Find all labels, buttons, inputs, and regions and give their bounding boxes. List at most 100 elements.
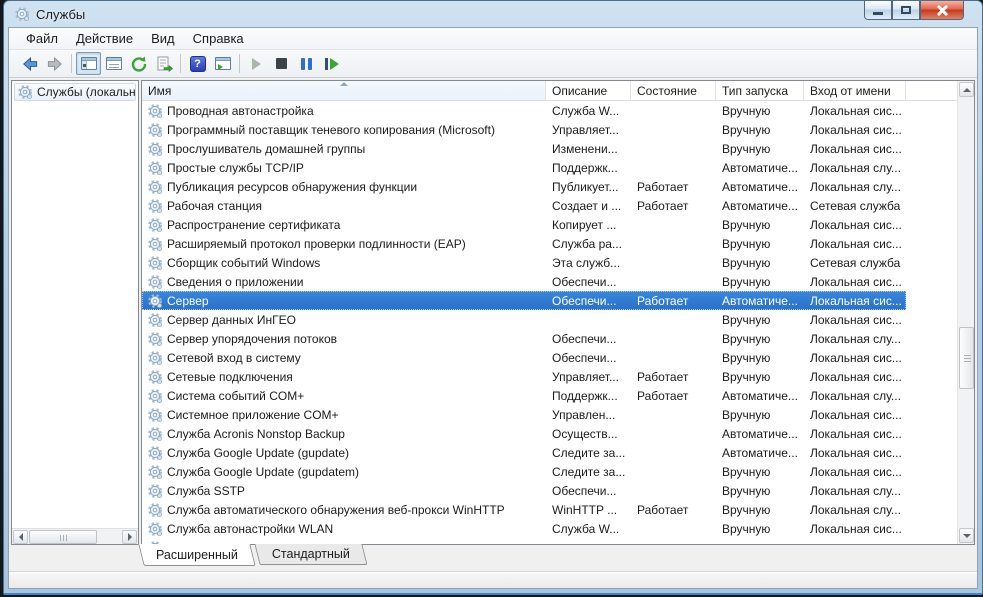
table-row[interactable]: Простые службы TCP/IP Поддержк... Автома… — [142, 158, 906, 177]
show-console-tree-button[interactable] — [76, 52, 101, 75]
titlebar[interactable]: Службы — [4, 1, 982, 27]
vertical-scrollbar-thumb[interactable] — [959, 327, 974, 389]
service-gear-icon — [147, 388, 163, 404]
table-row[interactable]: Сетевые подключения Управляет... Работае… — [142, 367, 906, 386]
table-row[interactable]: Распространение сертификата Копирует ...… — [142, 215, 906, 234]
service-startup-cell: Автоматиче... — [716, 389, 804, 403]
table-row[interactable]: Служба Google Update (gupdatem) Следите … — [142, 462, 906, 481]
menu-help[interactable]: Справка — [184, 29, 253, 48]
table-row[interactable]: Системное приложение COM+ Управлен... Вр… — [142, 405, 906, 424]
service-status-cell: Работает — [631, 180, 716, 194]
service-gear-icon — [147, 160, 163, 176]
service-startup-cell: Вручную — [716, 408, 804, 422]
help-button[interactable]: ? — [185, 52, 210, 75]
table-row[interactable]: Публикация ресурсов обнаружения функции … — [142, 177, 906, 196]
service-logon-cell: Локальная сис... — [804, 218, 906, 232]
restart-service-button[interactable] — [319, 52, 344, 75]
show-action-pane-button[interactable] — [210, 52, 235, 75]
menu-view[interactable]: Вид — [142, 29, 184, 48]
column-header-description[interactable]: Описание — [546, 81, 631, 100]
scroll-down-button[interactable] — [959, 528, 974, 543]
tab-standard[interactable]: Стандартный — [254, 544, 367, 565]
minimize-button[interactable] — [864, 1, 892, 20]
pause-service-button[interactable] — [294, 52, 319, 75]
properties-button[interactable] — [101, 52, 126, 75]
refresh-button[interactable] — [126, 52, 151, 75]
service-gear-icon — [147, 255, 163, 271]
tab-extended[interactable]: Расширенный — [138, 544, 255, 566]
table-row[interactable]: Служба Google Update (gupdate) Следите з… — [142, 443, 906, 462]
service-name-cell: Публикация ресурсов обнаружения функции — [142, 179, 546, 195]
service-startup-cell: Вручную — [716, 237, 804, 251]
services-window: Службы Файл Действие Вид Справка — [3, 0, 983, 595]
table-row[interactable]: Служба Acronis Nonstop Backup Осуществ..… — [142, 424, 906, 443]
table-row[interactable]: Сборщик событий Windows Эта служб... Вру… — [142, 253, 906, 272]
services-app-icon — [14, 6, 30, 22]
service-status-cell: Работает — [631, 294, 716, 308]
menu-file[interactable]: Файл — [17, 29, 67, 48]
table-row[interactable]: Сервер данных ИнГЕО Вручную Локальная си… — [142, 310, 906, 329]
service-name-cell: Служба SSTP — [142, 483, 546, 499]
service-startup-cell: Вручную — [716, 484, 804, 498]
table-row[interactable]: Сервер упорядочения потоков Обеспечи... … — [142, 329, 906, 348]
tree-item-services-local[interactable]: Службы (локальн — [14, 83, 136, 101]
horizontal-scrollbar-thumb[interactable] — [29, 530, 97, 544]
back-button[interactable] — [17, 52, 42, 75]
scroll-right-button[interactable] — [122, 530, 137, 544]
toolbar: ? — [9, 50, 977, 78]
stop-service-button[interactable] — [269, 52, 294, 75]
service-name-cell: Служба автонастройки WLAN — [142, 521, 546, 537]
scroll-up-button[interactable] — [959, 82, 974, 97]
table-row[interactable]: Сервер Обеспечи... Работает Автоматиче..… — [142, 291, 906, 310]
service-startup-cell: Автоматиче... — [716, 446, 804, 460]
refresh-icon — [130, 55, 148, 73]
table-row[interactable]: Сведения о приложении Обеспечи... Вручну… — [142, 272, 906, 291]
column-header-name[interactable]: Имя — [142, 81, 546, 100]
close-button[interactable] — [920, 1, 964, 20]
service-name-cell: Прослушиватель домашней группы — [142, 141, 546, 157]
service-startup-cell: Вручную — [716, 275, 804, 289]
toolbar-separator — [239, 54, 240, 73]
service-status-cell: Работает — [631, 503, 716, 517]
service-status-cell: Работает — [631, 370, 716, 384]
service-startup-cell: Вручную — [716, 522, 804, 536]
service-gear-icon — [147, 464, 163, 480]
window-client-area: Файл Действие Вид Справка — [8, 27, 978, 589]
service-gear-icon — [147, 426, 163, 442]
table-row[interactable]: Служба автонастройки WLAN Служба W... Вр… — [142, 519, 906, 538]
service-gear-icon — [147, 217, 163, 233]
column-header-status[interactable]: Состояние — [631, 81, 716, 100]
scroll-left-button[interactable] — [13, 530, 28, 544]
service-gear-icon — [147, 236, 163, 252]
service-startup-cell: Вручную — [716, 123, 804, 137]
table-row[interactable]: Служба SSTP Обеспечи... Вручную Локальна… — [142, 481, 906, 500]
service-logon-cell: Сетевая служба — [804, 199, 906, 213]
console-tree-icon — [81, 57, 97, 70]
vertical-scrollbar[interactable] — [957, 81, 974, 544]
table-row[interactable]: Расширяемый протокол проверки подлинност… — [142, 234, 906, 253]
service-name-cell: Рабочая станция — [142, 198, 546, 214]
service-name-cell: Сведения о приложении — [142, 274, 546, 290]
forward-button[interactable] — [42, 52, 67, 75]
service-gear-icon — [147, 312, 163, 328]
table-row[interactable]: Программный поставщик теневого копирован… — [142, 120, 906, 139]
service-startup-cell: Вручную — [716, 256, 804, 270]
service-gear-icon — [147, 293, 163, 309]
start-service-button[interactable] — [244, 52, 269, 75]
horizontal-scrollbar[interactable] — [12, 528, 138, 544]
service-startup-cell: Автоматиче... — [716, 199, 804, 213]
table-row[interactable]: Проводная автонастройка Служба W... Вруч… — [142, 101, 906, 120]
table-row[interactable]: Система событий COM+ Поддержк... Работае… — [142, 386, 906, 405]
menu-action[interactable]: Действие — [67, 29, 142, 48]
column-header-startup-type[interactable]: Тип запуска — [716, 81, 804, 100]
service-description-cell: Управлен... — [546, 408, 631, 422]
table-row[interactable]: Рабочая станция Создает и ... Работает А… — [142, 196, 906, 215]
table-row[interactable]: Сетевой вход в систему Обеспечи... Вручн… — [142, 348, 906, 367]
maximize-button[interactable] — [892, 1, 920, 20]
export-list-button[interactable] — [151, 52, 176, 75]
pause-icon — [301, 58, 312, 70]
service-description-cell: Обеспечи... — [546, 484, 631, 498]
table-row[interactable]: Служба автоматического обнаружения веб-п… — [142, 500, 906, 519]
column-header-logon-as[interactable]: Вход от имени — [804, 81, 906, 100]
table-row[interactable]: Прослушиватель домашней группы Изменени.… — [142, 139, 906, 158]
